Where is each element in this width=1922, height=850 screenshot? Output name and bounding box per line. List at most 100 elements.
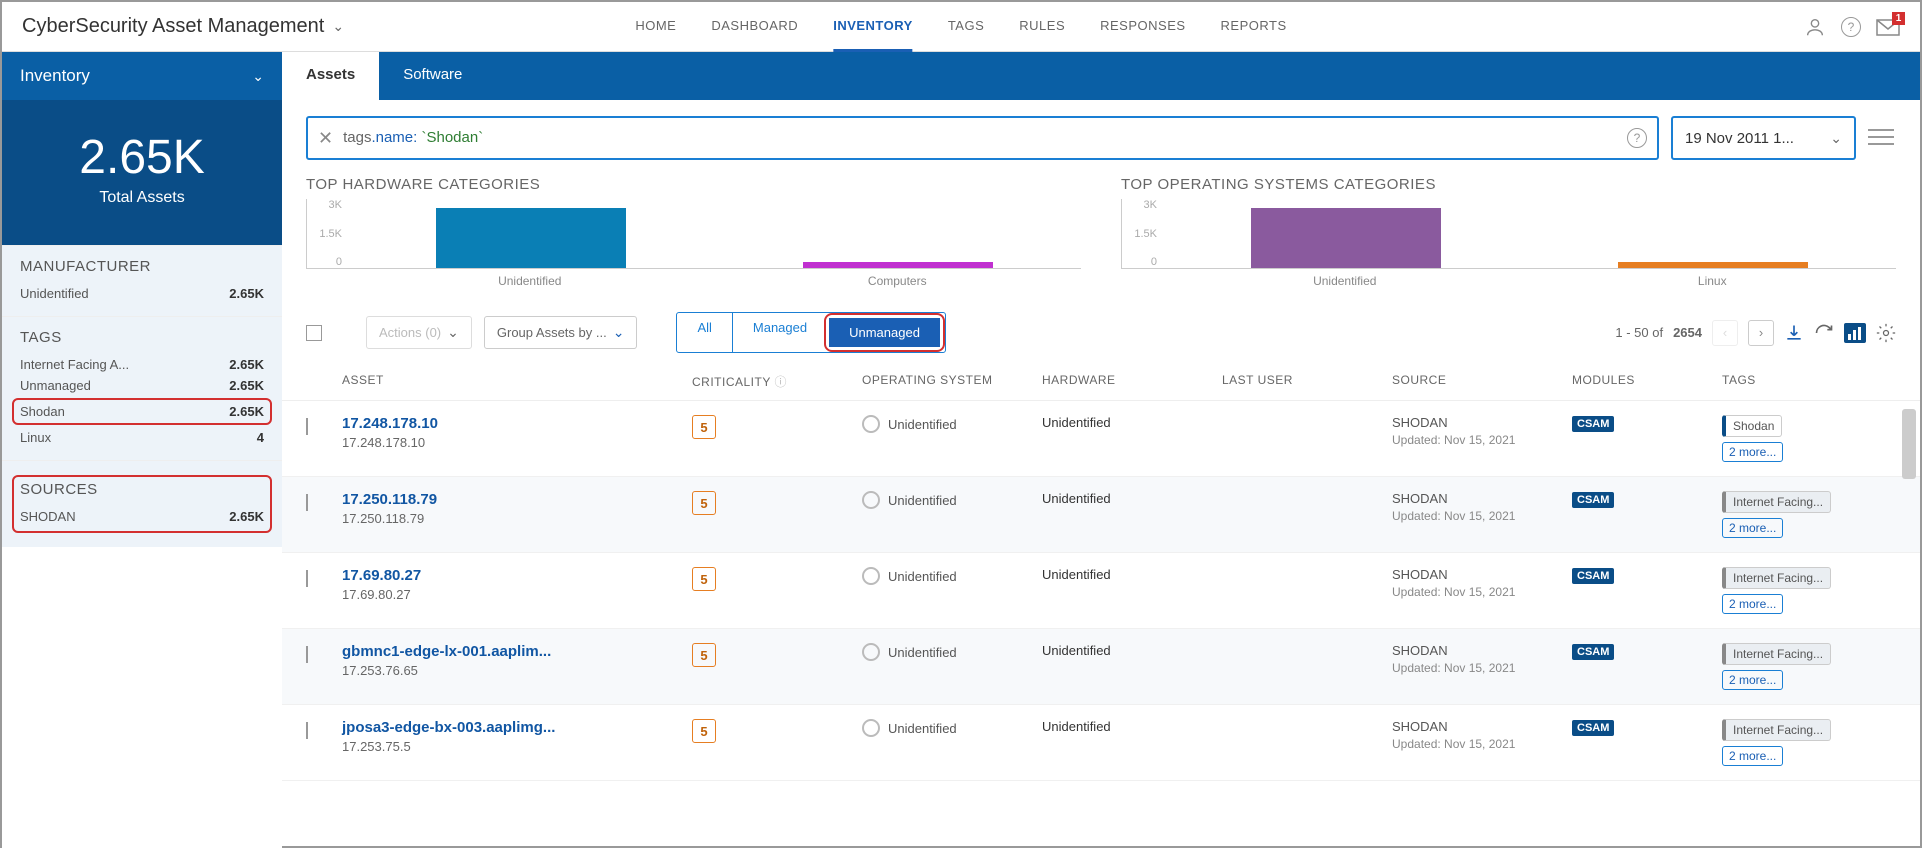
tag-pill[interactable]: Internet Facing... [1722, 567, 1831, 589]
more-tags-link[interactable]: 2 more... [1722, 518, 1783, 538]
asset-name[interactable]: 17.250.118.79 [342, 491, 692, 508]
module-badge: CSAM [1572, 720, 1614, 736]
hardware-value: Unidentified [1042, 491, 1222, 506]
row-checkbox[interactable] [306, 418, 308, 435]
facet-row[interactable]: Linux4 [20, 427, 264, 448]
asset-name[interactable]: 17.248.178.10 [342, 415, 692, 432]
tag-pill[interactable]: Shodan [1722, 415, 1782, 437]
source-value: SHODAN [1392, 719, 1572, 734]
more-tags-link[interactable]: 2 more... [1722, 442, 1783, 462]
seg-unmanaged[interactable]: Unmanaged [829, 318, 940, 347]
more-tags-link[interactable]: 2 more... [1722, 746, 1783, 766]
main: AssetsSoftware ✕ tags.name: `Shodan` ? 1… [282, 52, 1920, 850]
row-checkbox[interactable] [306, 570, 308, 587]
source-value: SHODAN [1392, 567, 1572, 582]
col-header[interactable]: CRITICALITY ⓘ [692, 373, 862, 390]
tag-pill[interactable]: Internet Facing... [1722, 491, 1831, 513]
hardware-value: Unidentified [1042, 415, 1222, 430]
criticality-badge: 5 [692, 719, 716, 743]
facet-row[interactable]: Shodan2.65K [12, 398, 272, 425]
facet-row[interactable]: Unmanaged2.65K [20, 375, 264, 396]
more-tags-link[interactable]: 2 more... [1722, 594, 1783, 614]
chevron-down-icon[interactable]: ⌄ [332, 18, 344, 35]
row-checkbox[interactable] [306, 722, 308, 739]
table-row[interactable]: jposa3-edge-bx-003.aaplimg...17.253.75.5… [282, 705, 1920, 781]
summary-box: 2.65K Total Assets [2, 100, 282, 245]
search-query: tags.name: `Shodan` [343, 129, 483, 147]
nav-tab-dashboard[interactable]: DASHBOARD [711, 2, 798, 52]
help-icon[interactable]: ? [1841, 17, 1861, 37]
pagination-range: 1 - 50 of [1615, 325, 1663, 340]
table-row[interactable]: 17.248.178.1017.248.178.105UnidentifiedU… [282, 401, 1920, 477]
module-badge: CSAM [1572, 568, 1614, 584]
sidebar-title: Inventory [20, 66, 90, 86]
facet-row[interactable]: Internet Facing A...2.65K [20, 354, 264, 375]
nav-tab-reports[interactable]: REPORTS [1221, 2, 1287, 52]
tag-pill[interactable]: Internet Facing... [1722, 643, 1831, 665]
criticality-badge: 5 [692, 491, 716, 515]
date-picker[interactable]: 19 Nov 2011 1... ⌄ [1671, 116, 1856, 160]
nav-tab-rules[interactable]: RULES [1019, 2, 1065, 52]
source-updated: Updated: Nov 15, 2021 [1392, 433, 1572, 447]
query-help-icon[interactable]: ? [1627, 128, 1647, 148]
search-box[interactable]: ✕ tags.name: `Shodan` ? [306, 116, 1659, 160]
facet-row[interactable]: Unidentified2.65K [20, 283, 264, 304]
next-page-button[interactable]: › [1748, 320, 1774, 346]
filter-bar: ✕ tags.name: `Shodan` ? 19 Nov 2011 1...… [282, 100, 1920, 176]
col-header[interactable]: HARDWARE [1042, 373, 1222, 390]
seg-all[interactable]: All [677, 313, 731, 352]
select-all-checkbox[interactable] [306, 325, 322, 341]
asset-name[interactable]: 17.69.80.27 [342, 567, 692, 584]
scrollbar[interactable] [1902, 409, 1916, 479]
col-header[interactable]: MODULES [1572, 373, 1722, 390]
row-checkbox[interactable] [306, 646, 308, 663]
table-row[interactable]: 17.69.80.2717.69.80.275UnidentifiedUnide… [282, 553, 1920, 629]
chevron-down-icon[interactable]: ⌄ [252, 68, 264, 85]
asset-name[interactable]: jposa3-edge-bx-003.aaplimg... [342, 719, 692, 736]
sub-tab-software[interactable]: Software [379, 52, 486, 100]
settings-icon[interactable] [1876, 323, 1896, 343]
prev-page-button[interactable]: ‹ [1712, 320, 1738, 346]
chart: TOP HARDWARE CATEGORIES3K1.5K0Unidentifi… [306, 176, 1081, 288]
nav-tab-inventory[interactable]: INVENTORY [833, 2, 913, 52]
topbar-right: ? [1804, 16, 1900, 38]
nav-tab-responses[interactable]: RESPONSES [1100, 2, 1185, 52]
col-header[interactable]: SOURCE [1392, 373, 1572, 390]
os-value: Unidentified [888, 569, 957, 584]
source-updated: Updated: Nov 15, 2021 [1392, 661, 1572, 675]
sub-tab-assets[interactable]: Assets [282, 52, 379, 100]
col-header[interactable]: OPERATING SYSTEM [862, 373, 1042, 390]
app-title-text: CyberSecurity Asset Management [22, 15, 324, 38]
table-row[interactable]: gbmnc1-edge-lx-001.aaplim...17.253.76.65… [282, 629, 1920, 705]
actions-button[interactable]: Actions (0) ⌄ [366, 316, 472, 349]
asset-name[interactable]: gbmnc1-edge-lx-001.aaplim... [342, 643, 692, 660]
group-by-button[interactable]: Group Assets by ... ⌄ [484, 316, 638, 349]
tag-pill[interactable]: Internet Facing... [1722, 719, 1831, 741]
mail-icon[interactable] [1876, 17, 1900, 37]
criticality-badge: 5 [692, 415, 716, 439]
table-body: 17.248.178.1017.248.178.105UnidentifiedU… [282, 401, 1920, 781]
os-value: Unidentified [888, 645, 957, 660]
table-row[interactable]: 17.250.118.7917.250.118.795UnidentifiedU… [282, 477, 1920, 553]
hardware-value: Unidentified [1042, 567, 1222, 582]
module-badge: CSAM [1572, 492, 1614, 508]
nav-tab-home[interactable]: HOME [635, 2, 676, 52]
clear-icon[interactable]: ✕ [318, 128, 333, 149]
seg-managed[interactable]: Managed [732, 313, 827, 352]
chart-icon[interactable] [1844, 323, 1866, 343]
hardware-value: Unidentified [1042, 719, 1222, 734]
refresh-icon[interactable] [1814, 323, 1834, 343]
sidebar-header[interactable]: Inventory ⌄ [2, 52, 282, 100]
menu-icon[interactable] [1868, 127, 1896, 150]
col-header[interactable]: ASSET [342, 373, 692, 390]
globe-icon [862, 415, 880, 433]
row-checkbox[interactable] [306, 494, 308, 511]
facet-title: TAGS [20, 329, 264, 346]
col-header[interactable]: LAST USER [1222, 373, 1392, 390]
more-tags-link[interactable]: 2 more... [1722, 670, 1783, 690]
col-header[interactable]: TAGS [1722, 373, 1896, 390]
facet-row[interactable]: SHODAN2.65K [20, 506, 264, 527]
nav-tab-tags[interactable]: TAGS [948, 2, 984, 52]
download-icon[interactable] [1784, 323, 1804, 343]
user-icon[interactable] [1804, 16, 1826, 38]
